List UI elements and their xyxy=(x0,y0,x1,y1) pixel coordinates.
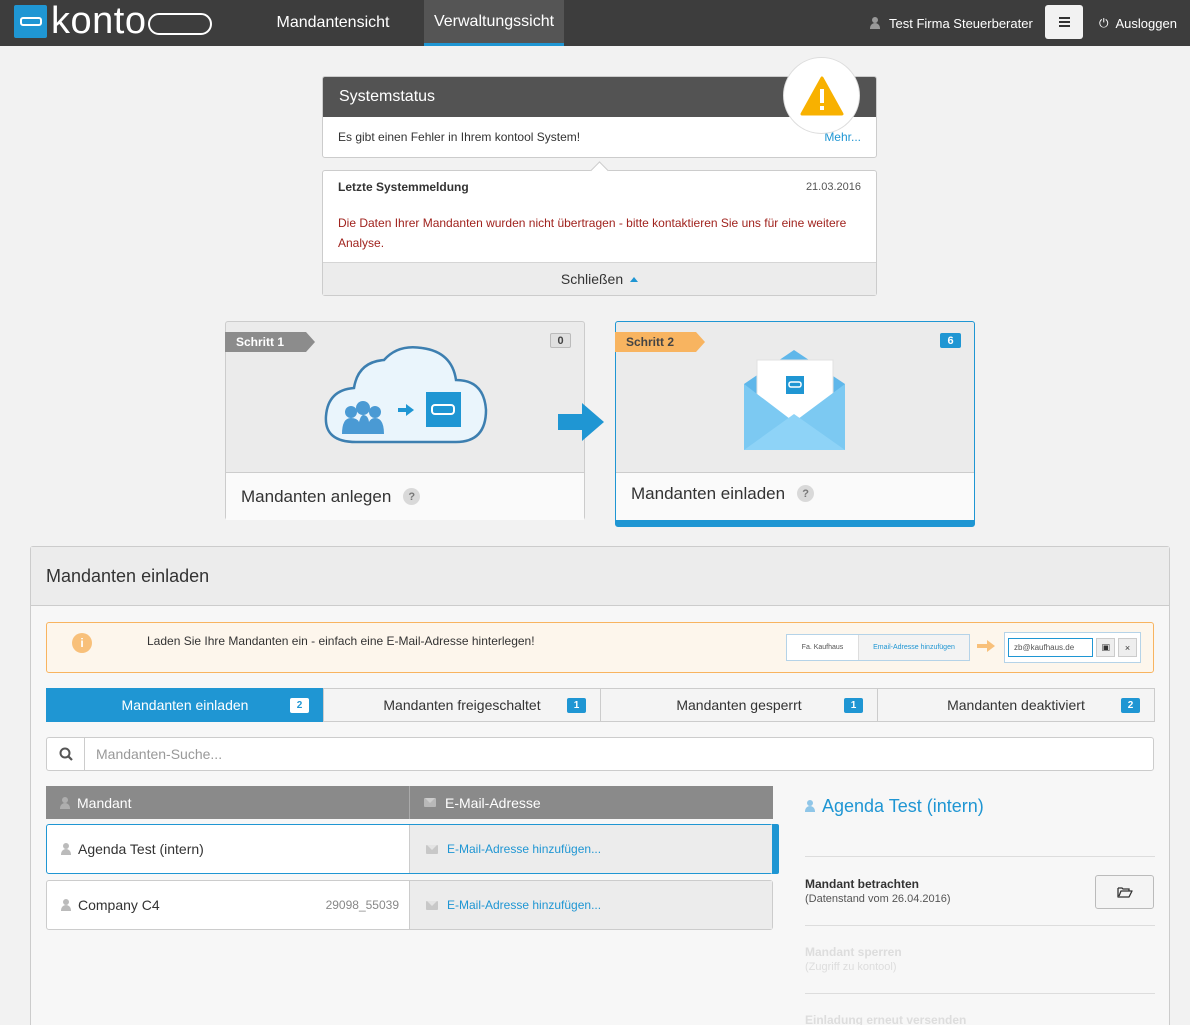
view-mandant-item: Mandant betrachten (Datenstand vom 26.04… xyxy=(805,877,951,905)
envelope-icon xyxy=(426,900,438,910)
divider xyxy=(805,856,1155,857)
resend-invite-title: Einladung erneut versenden xyxy=(805,1013,967,1025)
table-header: Mandant E-Mail-Adresse xyxy=(46,786,773,819)
lock-mandant-item: Mandant sperren (Zugriff zu kontool) xyxy=(805,945,902,973)
tab-label: Mandanten freigeschaltet xyxy=(383,697,541,713)
user-icon xyxy=(61,899,71,911)
envelope-icon xyxy=(426,844,438,854)
help-icon[interactable]: ? xyxy=(797,485,815,502)
mandant-id: 29098_55039 xyxy=(325,898,399,912)
step-2-ribbon: Schritt 2 xyxy=(615,332,705,352)
invite-panel: Mandanten einladen i Laden Sie Ihre Mand… xyxy=(30,546,1170,1025)
top-navigation: konto Mandantensicht Verwaltungssicht Te… xyxy=(0,0,1190,46)
panel-title: Mandanten einladen xyxy=(31,547,1169,606)
folder-open-icon xyxy=(1116,887,1133,898)
add-email-label: E-Mail-Adresse hinzufügen... xyxy=(447,842,602,856)
arrow-right-icon xyxy=(977,640,995,652)
tab-mandanten-einladen[interactable]: Mandanten einladen 2 xyxy=(46,688,324,722)
mandant-detail-panel: Agenda Test (intern) Mandant betrachten … xyxy=(805,787,1155,1025)
example-row-after: zb@kaufhaus.de ▣ × xyxy=(1004,632,1141,663)
example-add-link: Email-Adresse hinzufügen xyxy=(859,635,969,660)
divider xyxy=(805,925,1155,926)
user-icon xyxy=(870,17,880,29)
caret-up-icon xyxy=(630,276,639,282)
close-message-button[interactable]: Schließen xyxy=(323,262,876,295)
status-tabs: Mandanten einladen 2 Mandanten freigesch… xyxy=(46,688,1155,722)
tab-count-badge: 1 xyxy=(844,698,863,713)
step-1-label: Mandanten anlegen xyxy=(241,486,392,506)
lock-mandant-title: Mandant sperren xyxy=(805,945,902,959)
help-icon[interactable]: ? xyxy=(403,488,421,505)
user-name: Test Firma Steuerberater xyxy=(889,15,1033,31)
step-2-count-badge: 6 xyxy=(940,333,961,348)
add-email-link[interactable]: E-Mail-Adresse hinzufügen... xyxy=(409,881,772,929)
tab-label: Mandanten deaktiviert xyxy=(947,697,1085,713)
mandant-name: Company C4 xyxy=(78,897,160,913)
search-icon[interactable] xyxy=(47,738,85,770)
add-email-label: E-Mail-Adresse hinzufügen... xyxy=(447,898,602,912)
last-system-message: Letzte Systemmeldung 21.03.2016 Die Date… xyxy=(322,170,877,296)
step-1-count-badge: 0 xyxy=(550,333,571,348)
column-label: E-Mail-Adresse xyxy=(445,794,541,811)
arrow-right-icon xyxy=(558,403,604,441)
tab-mandanten-gesperrt[interactable]: Mandanten gesperrt 1 xyxy=(600,688,878,722)
example-row-before: Fa. Kaufhaus Email-Adresse hinzufügen xyxy=(786,634,970,661)
step-1-card[interactable]: Schritt 1 0 Mandanten anlegen ? xyxy=(225,321,585,520)
envelope-icon xyxy=(424,798,436,807)
nav-mandantensicht[interactable]: Mandantensicht xyxy=(262,0,404,46)
example-email-field: zb@kaufhaus.de xyxy=(1008,638,1094,657)
warning-icon xyxy=(783,57,860,134)
power-icon: ⏻ xyxy=(1099,15,1109,30)
user-info[interactable]: Test Firma Steuerberater xyxy=(870,0,1033,46)
info-text: Laden Sie Ihre Mandanten ein - einfach e… xyxy=(147,634,535,648)
open-mandant-button[interactable] xyxy=(1095,875,1154,909)
user-icon xyxy=(60,796,70,809)
logo-wordmark: konto xyxy=(51,2,213,40)
tab-mandanten-deaktiviert[interactable]: Mandanten deaktiviert 2 xyxy=(877,688,1155,722)
systemstatus-message: Es gibt einen Fehler in Ihrem kontool Sy… xyxy=(338,130,581,144)
close-label: Schließen xyxy=(560,271,624,287)
lock-mandant-sub: (Zugriff zu kontool) xyxy=(805,961,897,973)
table-row[interactable]: Agenda Test (intern) E-Mail-Adresse hinz… xyxy=(46,824,773,874)
nav-verwaltungssicht[interactable]: Verwaltungssicht xyxy=(424,0,564,46)
divider xyxy=(805,993,1155,994)
logout-button[interactable]: ⏻ Ausloggen xyxy=(1099,0,1177,46)
tab-mandanten-freigeschaltet[interactable]: Mandanten freigeschaltet 1 xyxy=(323,688,601,722)
user-icon xyxy=(805,800,815,812)
last-message-date: 21.03.2016 xyxy=(805,181,861,193)
logo-icon xyxy=(14,4,47,38)
table-row[interactable]: Company C4 29098_55039 E-Mail-Adresse hi… xyxy=(46,880,773,930)
tab-count-badge: 2 xyxy=(290,698,309,713)
logout-label: Ausloggen xyxy=(1115,15,1177,31)
column-header-mandant[interactable]: Mandant xyxy=(46,786,410,819)
hamburger-menu-button[interactable] xyxy=(1045,5,1083,39)
tab-label: Mandanten gesperrt xyxy=(676,697,802,713)
detail-title: Agenda Test (intern) xyxy=(822,795,984,816)
info-banner: i Laden Sie Ihre Mandanten ein - einfach… xyxy=(46,622,1154,673)
last-message-text: Die Daten Ihrer Mandanten wurden nicht ü… xyxy=(338,216,847,250)
tab-count-badge: 1 xyxy=(567,698,586,713)
column-label: Mandant xyxy=(77,794,132,811)
step-2-card[interactable]: Schritt 2 6 Mandanten einladen ? xyxy=(615,321,975,527)
selected-row-marker xyxy=(772,824,779,874)
user-icon xyxy=(61,843,71,855)
view-mandant-sub: (Datenstand vom 26.04.2016) xyxy=(805,893,951,905)
add-email-link[interactable]: E-Mail-Adresse hinzufügen... xyxy=(409,825,772,873)
column-header-email[interactable]: E-Mail-Adresse xyxy=(410,786,773,819)
step-2-label: Mandanten einladen xyxy=(631,483,786,503)
close-icon: × xyxy=(1118,638,1137,657)
kontool-logo[interactable]: konto xyxy=(14,2,213,40)
step-1-ribbon: Schritt 1 xyxy=(225,332,315,352)
search-bar xyxy=(46,737,1154,771)
mandant-name: Agenda Test (intern) xyxy=(78,841,204,857)
view-mandant-title: Mandant betrachten xyxy=(805,877,920,891)
tab-label: Mandanten einladen xyxy=(121,697,249,713)
tab-count-badge: 2 xyxy=(1121,698,1140,713)
last-message-title: Letzte Systemmeldung xyxy=(338,180,469,194)
example-name: Fa. Kaufhaus xyxy=(787,635,859,660)
info-icon: i xyxy=(72,633,92,653)
search-input[interactable] xyxy=(85,738,1153,770)
resend-invite-item: Einladung erneut versenden xyxy=(805,1013,966,1025)
save-icon: ▣ xyxy=(1096,638,1116,657)
